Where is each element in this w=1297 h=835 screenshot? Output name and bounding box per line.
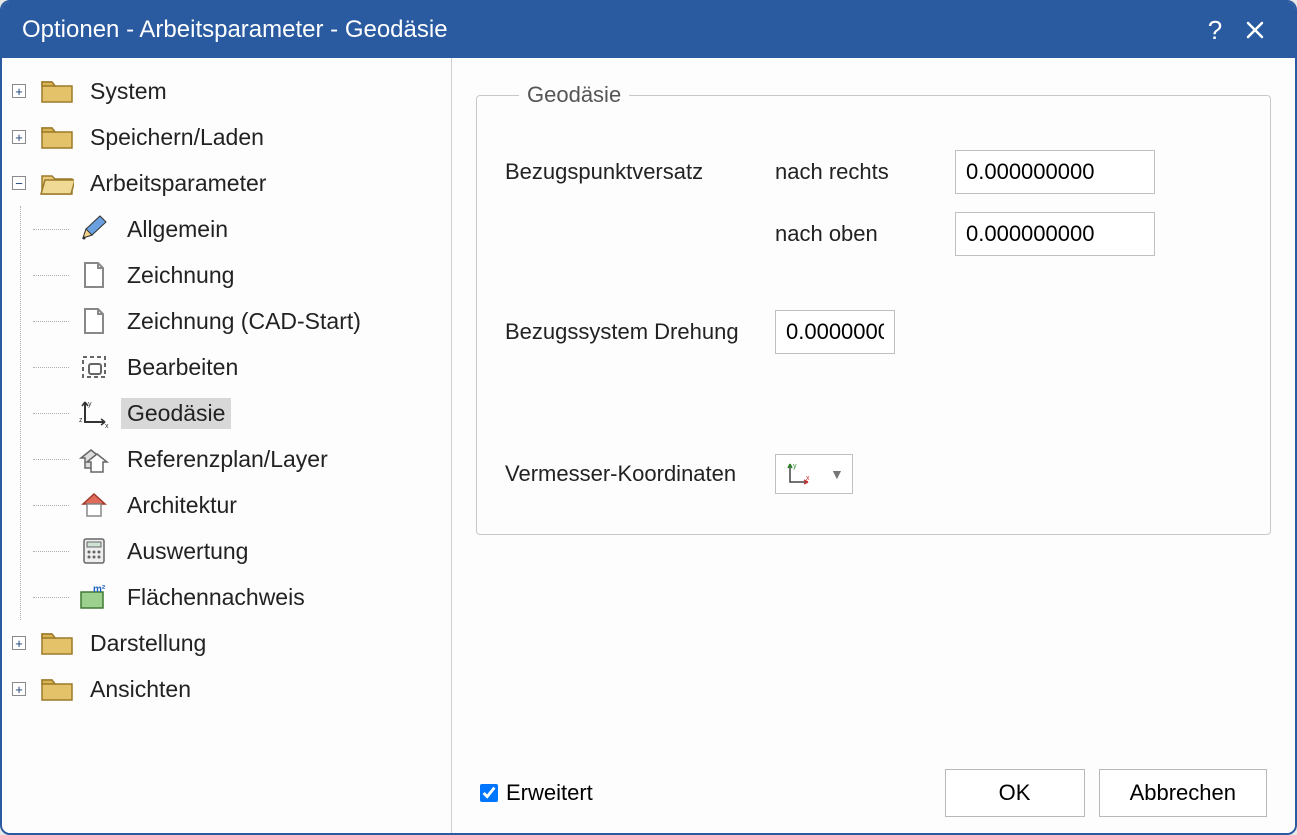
select-box-icon [77, 352, 111, 382]
options-dialog: Optionen - Arbeitsparameter - Geodäsie ?… [0, 0, 1297, 835]
tree-label: Allgemein [121, 214, 234, 245]
svg-text:y: y [793, 463, 797, 470]
tree-item-flaechennachweis[interactable]: m² Flächennachweis [77, 574, 445, 620]
tree-item-speichern-laden[interactable]: + Speichern/Laden [8, 114, 445, 160]
tree-label: Bearbeiten [121, 352, 244, 383]
tree-label: Architektur [121, 490, 243, 521]
plus-expander-icon[interactable]: + [12, 84, 26, 98]
close-icon[interactable] [1235, 10, 1275, 50]
window-title: Optionen - Arbeitsparameter - Geodäsie [22, 16, 1195, 44]
page-icon [77, 306, 111, 336]
page-icon [77, 260, 111, 290]
tree-item-system[interactable]: + System [8, 68, 445, 114]
geodaesie-panel: Geodäsie Bezugspunktversatz nach rechts … [476, 82, 1271, 535]
checkbox-erweitert-input[interactable] [480, 784, 498, 802]
tree-item-zeichnung-cad-start[interactable]: Zeichnung (CAD-Start) [77, 298, 445, 344]
tree-label: Geodäsie [121, 398, 231, 429]
dropdown-vermesser-koordinaten[interactable]: yx ▼ [775, 454, 853, 494]
tree-label: Zeichnung (CAD-Start) [121, 306, 367, 337]
tree-item-auswertung[interactable]: Auswertung [77, 528, 445, 574]
tree-label: Darstellung [84, 628, 212, 659]
tree-item-ansichten[interactable]: + Ansichten [8, 666, 445, 712]
tree-pane: + System + Speichern/Laden [2, 58, 452, 833]
axis-xy-icon: yx [784, 460, 812, 488]
calculator-icon [77, 536, 111, 566]
titlebar: Optionen - Arbeitsparameter - Geodäsie ? [2, 2, 1295, 58]
svg-text:z: z [79, 417, 83, 424]
tree-label: Referenzplan/Layer [121, 444, 334, 475]
cancel-button[interactable]: Abbrechen [1099, 769, 1267, 817]
ok-button[interactable]: OK [945, 769, 1085, 817]
tree-label: Auswertung [121, 536, 254, 567]
tree-label: Zeichnung [121, 260, 240, 291]
svg-text:m²: m² [93, 584, 106, 595]
folder-open-icon [40, 168, 74, 198]
minus-expander-icon[interactable]: − [12, 176, 26, 190]
folder-icon [40, 122, 74, 152]
input-drehung[interactable] [775, 310, 895, 354]
tree-label: Arbeitsparameter [84, 168, 272, 199]
plus-expander-icon[interactable]: + [12, 636, 26, 650]
tree-label: System [84, 76, 173, 107]
input-nach-rechts[interactable] [955, 150, 1155, 194]
folder-icon [40, 76, 74, 106]
folder-icon [40, 628, 74, 658]
axis-icon: y z x [77, 398, 111, 428]
house-icon [77, 490, 111, 520]
checkbox-erweitert[interactable]: Erweitert [480, 780, 931, 806]
label-nach-rechts: nach rechts [775, 159, 955, 185]
input-nach-oben[interactable] [955, 212, 1155, 256]
tree-item-architektur[interactable]: Architektur [77, 482, 445, 528]
plus-expander-icon[interactable]: + [12, 130, 26, 144]
tree-item-referenzplan-layer[interactable]: Referenzplan/Layer [77, 436, 445, 482]
pencil-icon [77, 214, 111, 244]
tree-item-geodaesie[interactable]: y z x Geodäsie [77, 390, 445, 436]
chevron-down-icon: ▼ [830, 466, 844, 482]
tree-item-arbeitsparameter[interactable]: − Arbeitsparameter [8, 160, 445, 206]
folder-icon [40, 674, 74, 704]
svg-text:x: x [105, 423, 109, 428]
tree-label: Ansichten [84, 674, 197, 705]
plus-expander-icon[interactable]: + [12, 682, 26, 696]
tree-label: Flächennachweis [121, 582, 311, 613]
tree-item-bearbeiten[interactable]: Bearbeiten [77, 344, 445, 390]
tree-label: Speichern/Laden [84, 122, 270, 153]
svg-text:x: x [806, 475, 810, 482]
area-m2-icon: m² [77, 582, 111, 612]
panel-legend: Geodäsie [519, 82, 629, 108]
label-bezugssystem-drehung: Bezugssystem Drehung [505, 319, 775, 345]
layers-house-icon [77, 444, 111, 474]
label-vermesser-koordinaten: Vermesser-Koordinaten [505, 461, 775, 487]
dialog-footer: Erweitert OK Abbrechen [476, 761, 1271, 821]
content-pane: Geodäsie Bezugspunktversatz nach rechts … [452, 58, 1295, 833]
tree-item-darstellung[interactable]: + Darstellung [8, 620, 445, 666]
tree-item-zeichnung[interactable]: Zeichnung [77, 252, 445, 298]
tree-item-allgemein[interactable]: Allgemein [77, 206, 445, 252]
svg-text:y: y [88, 401, 92, 408]
help-icon[interactable]: ? [1195, 10, 1235, 50]
label-bezugspunktversatz: Bezugspunktversatz [505, 159, 775, 185]
label-nach-oben: nach oben [775, 221, 955, 247]
checkbox-erweitert-label: Erweitert [506, 780, 593, 806]
